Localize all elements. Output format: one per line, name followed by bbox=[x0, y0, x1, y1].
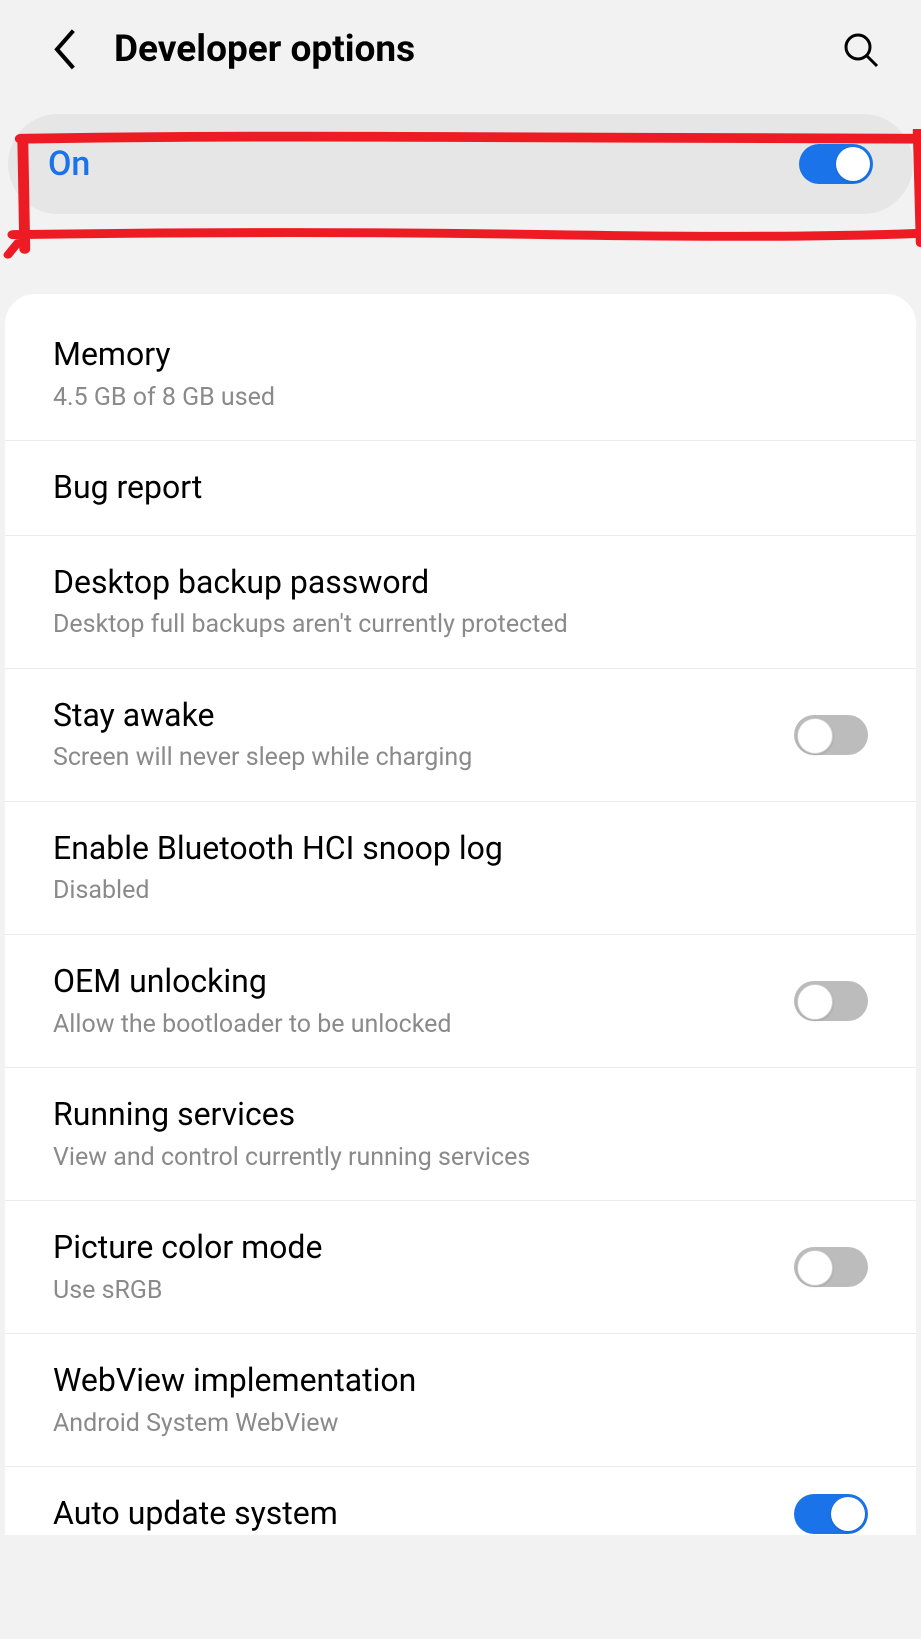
list-item-title: Enable Bluetooth HCI snoop log bbox=[53, 828, 848, 870]
auto-update-system-toggle[interactable] bbox=[794, 1494, 868, 1534]
list-item-desktop-backup-password[interactable]: Desktop backup password Desktop full bac… bbox=[5, 536, 916, 669]
search-icon[interactable] bbox=[841, 30, 881, 70]
master-toggle-container: On bbox=[8, 114, 913, 214]
list-item-title: Memory bbox=[53, 334, 848, 376]
list-item-sub: Allow the bootloader to be unlocked bbox=[53, 1009, 774, 1042]
page-title: Developer options bbox=[114, 28, 841, 71]
list-item-text: Memory 4.5 GB of 8 GB used bbox=[53, 334, 868, 414]
list-item-sub: Disabled bbox=[53, 875, 848, 908]
list-item-bluetooth-hci[interactable]: Enable Bluetooth HCI snoop log Disabled bbox=[5, 802, 916, 935]
list-item-sub: View and control currently running servi… bbox=[53, 1142, 848, 1175]
list-item-stay-awake[interactable]: Stay awake Screen will never sleep while… bbox=[5, 669, 916, 802]
list-item-auto-update-system[interactable]: Auto update system bbox=[5, 1467, 916, 1535]
list-item-oem-unlocking[interactable]: OEM unlocking Allow the bootloader to be… bbox=[5, 935, 916, 1068]
list-item-title: Bug report bbox=[53, 467, 848, 509]
list-item-title: OEM unlocking bbox=[53, 961, 774, 1003]
master-toggle-switch[interactable] bbox=[799, 144, 873, 184]
list-item-title: Auto update system bbox=[53, 1493, 774, 1535]
list-item-text: OEM unlocking Allow the bootloader to be… bbox=[53, 961, 794, 1041]
list-item-title: WebView implementation bbox=[53, 1360, 848, 1402]
picture-color-mode-toggle[interactable] bbox=[794, 1247, 868, 1287]
list-item-title: Desktop backup password bbox=[53, 562, 848, 604]
list-item-text: Enable Bluetooth HCI snoop log Disabled bbox=[53, 828, 868, 908]
list-item-title: Picture color mode bbox=[53, 1227, 774, 1269]
list-item-sub: Android System WebView bbox=[53, 1408, 848, 1441]
oem-unlocking-toggle[interactable] bbox=[794, 981, 868, 1021]
list-item-picture-color-mode[interactable]: Picture color mode Use sRGB bbox=[5, 1201, 916, 1334]
list-item-memory[interactable]: Memory 4.5 GB of 8 GB used bbox=[5, 308, 916, 441]
list-item-running-services[interactable]: Running services View and control curren… bbox=[5, 1068, 916, 1201]
list-item-text: Picture color mode Use sRGB bbox=[53, 1227, 794, 1307]
app-header: Developer options bbox=[0, 0, 921, 99]
list-item-webview-implementation[interactable]: WebView implementation Android System We… bbox=[5, 1334, 916, 1467]
master-toggle-label: On bbox=[48, 144, 90, 184]
list-item-text: WebView implementation Android System We… bbox=[53, 1360, 868, 1440]
list-item-text: Stay awake Screen will never sleep while… bbox=[53, 695, 794, 775]
list-item-sub: 4.5 GB of 8 GB used bbox=[53, 382, 848, 415]
list-item-title: Running services bbox=[53, 1094, 848, 1136]
list-item-text: Desktop backup password Desktop full bac… bbox=[53, 562, 868, 642]
list-item-text: Bug report bbox=[53, 467, 868, 509]
list-item-sub: Use sRGB bbox=[53, 1275, 774, 1308]
list-item-sub: Screen will never sleep while charging bbox=[53, 742, 774, 775]
list-item-text: Auto update system bbox=[53, 1493, 794, 1535]
settings-list: Memory 4.5 GB of 8 GB used Bug report De… bbox=[5, 294, 916, 1535]
list-item-sub: Desktop full backups aren't currently pr… bbox=[53, 609, 848, 642]
back-icon[interactable] bbox=[50, 30, 78, 70]
list-item-bug-report[interactable]: Bug report bbox=[5, 441, 916, 536]
master-toggle-row[interactable]: On bbox=[8, 114, 913, 214]
list-item-text: Running services View and control curren… bbox=[53, 1094, 868, 1174]
stay-awake-toggle[interactable] bbox=[794, 715, 868, 755]
list-item-title: Stay awake bbox=[53, 695, 774, 737]
